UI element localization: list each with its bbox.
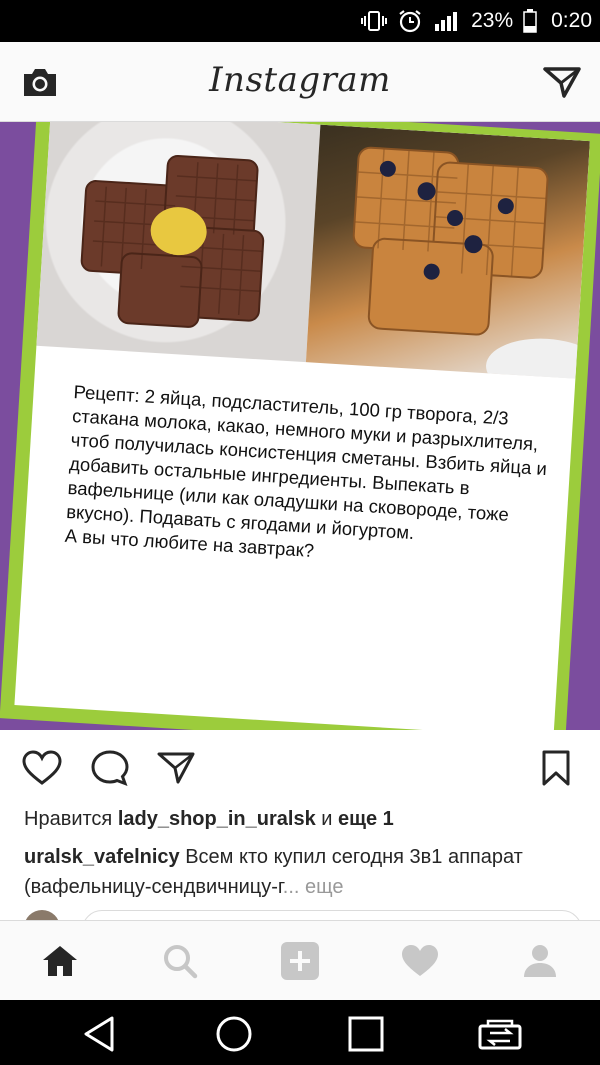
comment-button[interactable] [88,746,132,790]
home-nav-button[interactable] [212,1012,256,1056]
vibrate-icon [361,10,388,32]
avatar [24,910,60,920]
add-icon [281,942,319,980]
back-button[interactable] [78,1012,122,1056]
square-recents-icon [348,1016,384,1052]
status-bar: 23% 0:20 [0,0,600,42]
likes-line: Нравится lady_shop_in_uralsk и еще 1 [24,808,394,831]
waffles-with-berries-photo [305,124,590,400]
circle-home-icon [216,1016,252,1052]
bookmark-button[interactable] [534,746,578,790]
post-actions [0,740,600,796]
tab-activity[interactable] [398,939,442,983]
swap-icon [478,1019,522,1050]
app-header: Instagram [0,42,600,122]
comment-input[interactable] [82,910,582,920]
recipe-text: Рецепт: 2 яйца, подсластитель, 100 гр тв… [64,381,548,562]
alarm-icon [397,9,423,33]
likes-user-link[interactable]: lady_shop_in_uralsk [118,808,316,830]
system-nav-bar [0,1000,600,1065]
likes-prefix: Нравится [24,808,113,830]
share-button[interactable] [154,746,198,790]
battery-percent: 23% [471,9,514,32]
home-icon [43,946,77,976]
caption-more-link[interactable]: ... еще [283,876,344,898]
post-image[interactable]: Рецепт: 2 яйца, подсластитель, 100 гр тв… [0,122,600,730]
comment-peek [0,910,600,920]
share-icon [157,752,195,784]
chocolate-waffles-photo [36,122,321,363]
direct-icon [543,67,581,98]
search-icon [164,945,198,979]
comment-icon [91,750,129,787]
tab-home[interactable] [38,939,82,983]
likes-conj: и [321,808,333,830]
card-content: Рецепт: 2 яйца, подсластитель, 100 гр тв… [14,122,590,730]
back-icon [84,1016,114,1052]
activity-icon [402,945,438,976]
recipe-card: Рецепт: 2 яйца, подсластитель, 100 гр тв… [0,122,600,730]
heart-icon [22,750,62,785]
tab-add[interactable] [278,939,322,983]
tab-profile[interactable] [518,939,562,983]
battery-icon [523,9,537,33]
status-icons: 23% 0:20 [361,0,592,42]
bookmark-icon [542,750,570,786]
like-button[interactable] [20,746,64,790]
clock: 0:20 [551,9,592,32]
caption: uralsk_vafelnicy Всем кто купил сегодня … [24,842,584,902]
direct-button[interactable] [542,64,582,100]
caption-username[interactable]: uralsk_vafelnicy [24,846,180,868]
recents-button[interactable] [344,1012,388,1056]
instagram-logo: Instagram [209,60,391,100]
tab-bar [0,920,600,1000]
likes-more-link[interactable]: еще 1 [338,808,394,830]
tab-search[interactable] [158,939,202,983]
switch-app-button[interactable] [478,1012,522,1056]
signal-icon [433,10,461,32]
profile-icon [524,945,556,977]
